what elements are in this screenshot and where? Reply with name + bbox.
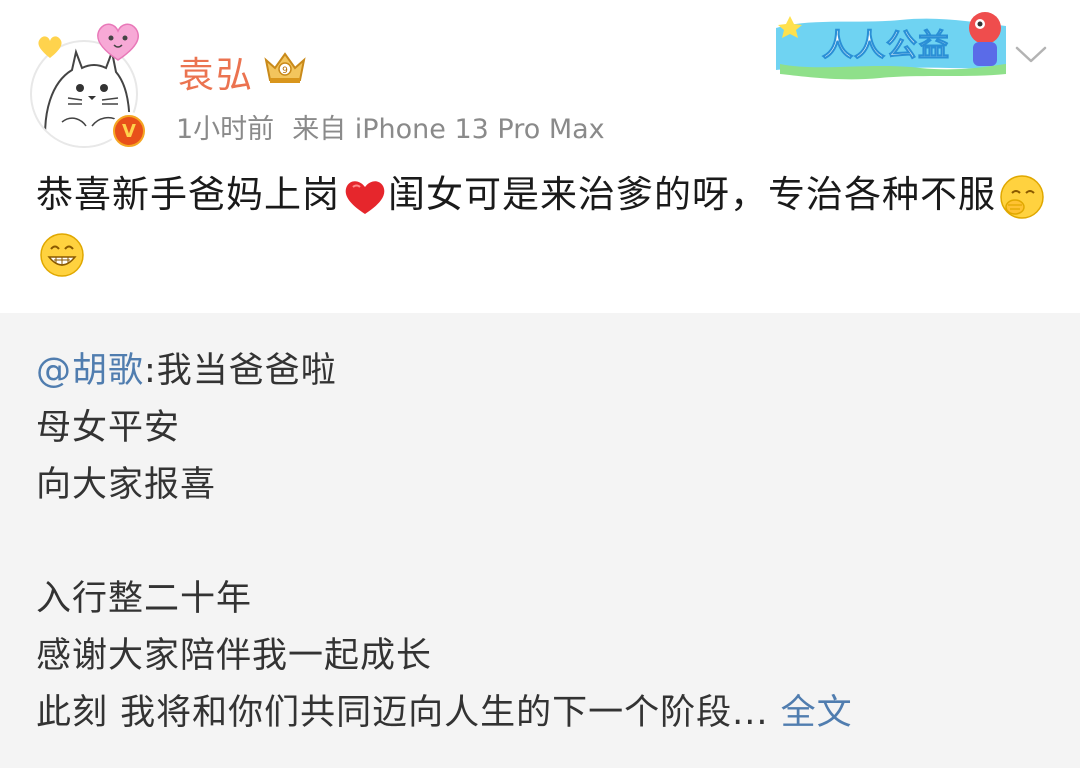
post-body: 恭喜新手爸妈上岗 闺女可是来治爹的呀，专治各种不服: [36, 166, 1056, 282]
post-text-continued: 闺女可是来治爹的呀，专治各种不服: [388, 173, 996, 216]
avatar-group[interactable]: V: [30, 23, 148, 150]
verified-v-icon: V: [115, 117, 143, 145]
post-source: 来自 iPhone 13 Pro Max: [292, 114, 605, 145]
repost-line-7: 此刻 我将和你们共同迈向人生的下一个阶段... 全文: [36, 685, 1056, 742]
pink-heart-icon: [97, 23, 139, 61]
charity-banner-label: 人人公益: [822, 28, 950, 65]
post-text: 恭喜新手爸妈上岗: [36, 173, 340, 216]
yellow-heart-icon: [38, 36, 62, 58]
repost-text: @胡歌:我当爸爸啦 母女平安 向大家报喜 入行整二十年 感谢大家陪伴我一起成长 …: [36, 343, 1056, 742]
mention-link[interactable]: @胡歌: [36, 351, 144, 391]
post-header: V 袁弘 9 1小时前 来自 iPhone 13 Pro Max 人人公益: [0, 0, 1080, 160]
crown-level-icon[interactable]: 9: [262, 50, 308, 86]
repost-line-4: [36, 514, 1056, 571]
grin-face-emoji-icon: [40, 232, 84, 277]
repost-line-1: @胡歌:我当爸爸啦: [36, 343, 1056, 400]
repost-last-line-text: 此刻 我将和你们共同迈向人生的下一个阶段...: [36, 693, 769, 733]
post-meta: 1小时前 来自 iPhone 13 Pro Max: [176, 107, 605, 146]
repost-line-2: 母女平安: [36, 408, 181, 448]
heart-emoji-icon: [345, 180, 385, 214]
verified-badge: V: [110, 112, 148, 150]
repost-line-6: 感谢大家陪伴我一起成长: [36, 636, 433, 676]
shy-face-emoji-icon: [1000, 174, 1044, 219]
repost-line-3: 向大家报喜: [36, 465, 217, 505]
chevron-down-icon[interactable]: [1014, 44, 1048, 66]
repost-box[interactable]: @胡歌:我当爸爸啦 母女平安 向大家报喜 入行整二十年 感谢大家陪伴我一起成长 …: [0, 313, 1080, 768]
repost-line-5: 入行整二十年: [36, 579, 253, 619]
read-full-text-link[interactable]: 全文: [781, 693, 853, 733]
author-name[interactable]: 袁弘: [178, 46, 254, 98]
repost-first-line-text: :我当爸爸啦: [144, 351, 337, 391]
svg-text:9: 9: [282, 66, 288, 76]
post-time: 1小时前: [176, 114, 275, 145]
